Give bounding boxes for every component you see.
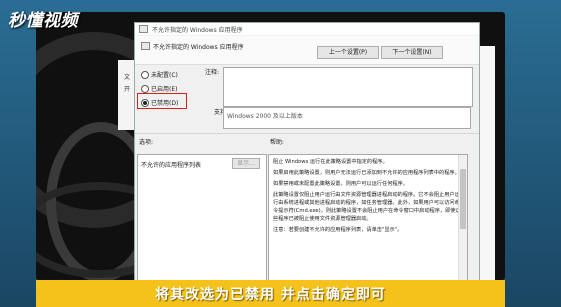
radio-circle[interactable] (141, 70, 149, 79)
comment-label: 注释: (205, 69, 220, 76)
section-divider (135, 133, 479, 134)
peek-text: 开 (124, 86, 131, 93)
watermark-logo: 秒懂视频 (8, 11, 78, 31)
comment-field[interactable] (223, 67, 473, 107)
policy-icon (139, 25, 148, 33)
options-label: 选项: (139, 139, 154, 146)
dialog-title: 不允许指定的 Windows 应用程序 (152, 26, 243, 34)
help-paragraph: 阻止 Windows 运行在此策略设置中指定的程序。 (273, 159, 388, 165)
background-window-right (478, 46, 495, 280)
dialog-titlebar: 不允许指定的 Windows 应用程序 (135, 23, 479, 35)
policy-icon (141, 42, 150, 50)
scrollbar-thumb[interactable] (460, 169, 466, 229)
help-scrollbar[interactable] (458, 155, 467, 281)
next-setting-button[interactable]: 下一个设置(N) (381, 46, 443, 59)
policy-dialog: 不允许指定的 Windows 应用程序 不允许指定的 Windows 应用程序 … (134, 22, 480, 282)
help-label: 帮助: (270, 139, 285, 146)
show-button[interactable]: 显示... (232, 158, 260, 169)
caption-text: 将其改选为已禁用 并点击确定即可 (155, 286, 386, 303)
options-item-label: 不允许的应用程序列表 (141, 162, 202, 169)
supported-field: Windows 2000 及以上版本 (223, 107, 471, 129)
caption-bar: 将其改选为已禁用 并点击确定即可 (36, 280, 505, 307)
radio-not-configured[interactable]: 未配置(C) (141, 70, 178, 79)
help-paragraph: 如果禁用或未配置此策略设置，则用户可以运行任何程序。 (273, 181, 408, 187)
radio-circle[interactable] (141, 84, 149, 93)
policy-title: 不允许指定的 Windows 应用程序 (153, 44, 244, 51)
help-paragraph: 此策略设置仅阻止用户运行由文件资源管理器进程启动的程序。它不会阻止用户运行由系统… (273, 192, 461, 222)
help-panel: 阻止 Windows 运行在此策略设置中指定的程序。 如果启用此策略设置，则用户… (268, 154, 468, 281)
help-paragraph: 注意：若要创建不允许的应用程序列表，请单击"显示"。 (273, 227, 403, 233)
peek-text: 文 (124, 74, 131, 81)
radio-label: 已启用(E) (151, 86, 178, 93)
policy-header: 不允许指定的 Windows 应用程序 上一个设置(P) 下一个设置(N) (135, 36, 479, 65)
supported-value: Windows 2000 及以上版本 (227, 113, 303, 120)
prev-setting-button[interactable]: 上一个设置(P) (317, 46, 379, 59)
radio-label: 未配置(C) (151, 72, 178, 79)
highlight-box (137, 93, 187, 109)
options-panel: 不允许的应用程序列表 显示... (137, 154, 267, 281)
help-paragraph: 如果启用此策略设置，则用户无法运行已添加到不允许的应用程序列表中的程序。 (273, 170, 460, 176)
radio-enabled[interactable]: 已启用(E) (141, 84, 177, 93)
